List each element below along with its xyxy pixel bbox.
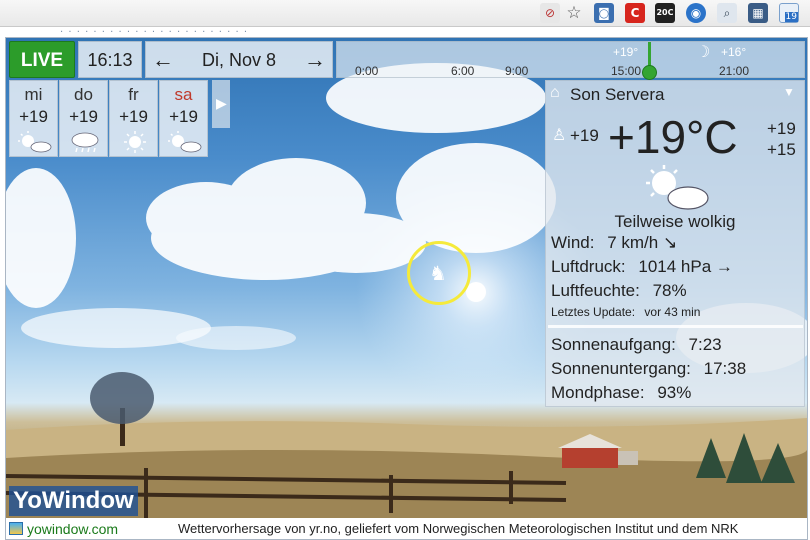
- sunset-value: 17:38: [703, 359, 747, 378]
- sunrise-label: Sonnenaufgang:: [551, 335, 676, 354]
- horse-highlight-ring[interactable]: ♞: [407, 241, 471, 305]
- location-name: Son Servera: [570, 85, 665, 104]
- updated-value: vor 43 min: [644, 305, 701, 319]
- live-button[interactable]: LIVE: [9, 41, 75, 78]
- magnifier-icon[interactable]: ⌕: [717, 3, 737, 23]
- humidity-row: Luftfeuchte: 78%: [551, 281, 687, 301]
- top-bar: LIVE 16:13 ← Di, Nov 8 → +19° ☽ +16° 0:0…: [6, 38, 807, 80]
- forecast-temp: +19: [119, 107, 148, 126]
- forecast-day-name: mi: [24, 85, 43, 104]
- forecast-temp: +19: [69, 107, 98, 126]
- yowindow-popup: ♞ LIVE 16:13 ← Di, Nov 8 → +19° ☽ +16° 0…: [5, 37, 808, 540]
- timeline-tick: 15:00: [611, 64, 642, 78]
- forecast-day[interactable]: sa +19: [159, 80, 208, 157]
- pressure-label: Luftdruck:: [551, 257, 626, 276]
- forecast-credit: Wettervorhersage von yr.no, geliefert vo…: [178, 521, 739, 536]
- forecast-day-name: do: [74, 85, 93, 104]
- timeline-temp-mark: +16°: [721, 45, 747, 59]
- timeline[interactable]: +19° ☽ +16° 0:00 6:00 9:00 15:00 21:00: [336, 41, 805, 80]
- timeline-tick: 6:00: [451, 64, 475, 78]
- forecast-day[interactable]: do +19: [59, 80, 108, 157]
- forecast-temp: +19: [169, 107, 198, 126]
- current-temperature: +19°C: [608, 111, 738, 163]
- sun-cloud-icon: [18, 131, 52, 153]
- footer: yowindow.com Wettervorhersage von yr.no,…: [6, 518, 807, 539]
- browser-toolbar: ⊘ ☆ ◙ C 20C ◉ ⌕ ▦ 19: [0, 0, 810, 27]
- divider: [548, 325, 803, 328]
- badge-count: 19: [784, 12, 798, 22]
- wind-row: Wind: 7 km/h ↘: [551, 233, 677, 253]
- camera-icon[interactable]: ◙: [594, 3, 614, 23]
- pressure-row: Luftdruck: 1014 hPa →: [551, 257, 733, 277]
- wind-label: Wind:: [551, 233, 595, 252]
- feels-like-temp: +19: [570, 126, 599, 145]
- moon-phase-value: 93%: [657, 383, 692, 402]
- timeline-temp-mark: +19°: [613, 45, 639, 59]
- forecast-day[interactable]: fr +19: [109, 80, 158, 157]
- humidity-label: Luftfeuchte:: [551, 281, 640, 300]
- weather-scene: ♞ LIVE 16:13 ← Di, Nov 8 → +19° ☽ +16° 0…: [6, 38, 807, 518]
- sunset-row: Sonnenuntergang: 17:38: [551, 359, 746, 379]
- current-time: 16:13: [78, 41, 142, 78]
- sun: [466, 282, 486, 302]
- timeline-tick: 9:00: [505, 64, 529, 78]
- moon-phase-label: Mondphase:: [551, 383, 645, 402]
- person-icon: ♙: [552, 127, 567, 144]
- timeline-knob[interactable]: [642, 65, 657, 80]
- wind-value: 7 km/h ↘: [607, 233, 678, 252]
- updated-label: Letztes Update:: [551, 305, 636, 319]
- moon-icon: ☽: [696, 44, 711, 61]
- low-temp: +15: [767, 140, 796, 159]
- forecast-day-name: fr: [128, 85, 139, 104]
- sunset-label: Sonnenuntergang:: [551, 359, 691, 378]
- puzzle-icon[interactable]: ▦: [748, 3, 768, 23]
- next-day-button[interactable]: →: [298, 42, 332, 79]
- forecast-day-name: sa: [174, 85, 193, 104]
- date-navigator: ← Di, Nov 8 →: [145, 41, 333, 78]
- yowindow-logo[interactable]: YoWindow: [9, 486, 138, 516]
- forecast-next-button[interactable]: ▶: [212, 80, 230, 128]
- horse-icon: ♞: [429, 261, 447, 285]
- yowindow-link[interactable]: yowindow.com: [27, 521, 118, 537]
- sunrise-row: Sonnenaufgang: 7:23: [551, 335, 722, 355]
- rain-cloud-icon: [71, 132, 99, 153]
- sun-icon: [124, 131, 146, 153]
- moon-phase-row: Mondphase: 93%: [551, 383, 691, 403]
- current-weather-panel: ⌂ Son Servera ▼ ♙ +19 +19°C +19 +15 Teil…: [545, 80, 805, 407]
- globe-icon[interactable]: ◉: [686, 3, 706, 23]
- forecast-strip: mi +19 do +19 fr +19 sa +19 ▶: [9, 80, 230, 157]
- forecast-day[interactable]: mi +19: [9, 80, 58, 157]
- condition-text: Teilweise wolkig: [614, 212, 736, 231]
- timeline-tick: 0:00: [355, 64, 379, 78]
- home-icon: ⌂: [550, 84, 560, 101]
- chevron-right-icon: ▶: [216, 96, 227, 112]
- dropdown-arrow-icon: ▼: [783, 85, 795, 99]
- previous-day-button[interactable]: ←: [146, 42, 180, 79]
- c-extension-icon[interactable]: C: [625, 3, 645, 23]
- sun-cloud-icon: [168, 131, 202, 153]
- yowindow-small-logo-icon: [9, 522, 23, 535]
- sunrise-value: 7:23: [688, 335, 722, 354]
- sun-cloud-icon: [646, 165, 709, 210]
- cookie-block-icon[interactable]: ⊘: [540, 3, 560, 23]
- humidity-value: 78%: [652, 281, 687, 300]
- timeline-tick: 21:00: [719, 64, 750, 78]
- weather-20c-icon[interactable]: 20C: [655, 3, 675, 23]
- date-label: Di, Nov 8: [201, 50, 277, 70]
- updated-row: Letztes Update: vor 43 min: [551, 305, 700, 319]
- bookmark-star-icon[interactable]: ☆: [564, 3, 584, 23]
- forecast-temp: +19: [19, 107, 48, 126]
- high-temp: +19: [767, 119, 796, 138]
- location-selector[interactable]: ⌂ Son Servera ▼: [546, 81, 804, 107]
- yowindow-extension-icon[interactable]: 19: [779, 3, 799, 23]
- pressure-value: 1014 hPa →: [638, 257, 733, 276]
